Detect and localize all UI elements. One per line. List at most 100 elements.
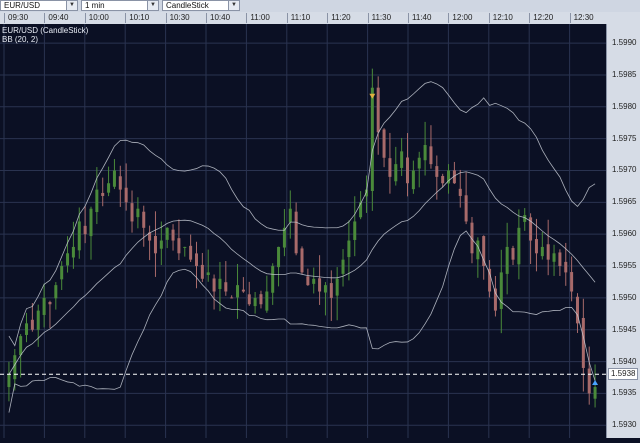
candle-body xyxy=(42,297,46,315)
candle-body xyxy=(517,227,521,265)
price-tick-label: 1.5935 xyxy=(612,388,637,398)
chevron-down-icon[interactable]: ▼ xyxy=(147,1,158,10)
time-tick-label: 11:00 xyxy=(246,13,270,23)
candle-body xyxy=(66,253,70,266)
candle-body xyxy=(476,240,480,260)
candle-body xyxy=(265,291,269,311)
price-tick-label: 1.5950 xyxy=(612,292,637,302)
symbol-dropdown[interactable]: EUR/USD ▼ xyxy=(0,0,78,11)
price-tick-label: 1.5945 xyxy=(612,324,637,334)
candle-body xyxy=(230,297,234,299)
candle-body xyxy=(318,278,322,292)
candle-body xyxy=(206,272,210,276)
price-tick-label: 1.5985 xyxy=(612,69,637,79)
interval-dropdown[interactable]: 1 min ▼ xyxy=(81,0,159,11)
candle-body xyxy=(570,272,574,292)
candle-body xyxy=(388,158,392,177)
time-tick-label: 11:40 xyxy=(408,13,431,23)
candle-body xyxy=(107,183,111,193)
candle-body xyxy=(335,278,339,296)
candle-body xyxy=(54,285,58,299)
candle-body xyxy=(212,278,216,292)
time-tick-label: 12:20 xyxy=(529,13,553,23)
candle-body xyxy=(282,227,286,248)
candle-body xyxy=(370,87,374,191)
candle-body xyxy=(183,246,187,248)
candle-body xyxy=(7,374,11,388)
chevron-down-icon[interactable]: ▼ xyxy=(66,1,77,10)
chevron-down-icon[interactable]: ▼ xyxy=(228,1,239,10)
candle-body xyxy=(429,146,433,165)
candle-body xyxy=(482,236,486,267)
price-tick-label: 1.5930 xyxy=(612,420,637,430)
candle-body xyxy=(534,239,538,254)
current-price-label: 1.5938 xyxy=(608,368,639,381)
candle-body xyxy=(19,336,23,356)
time-tick-label: 09:40 xyxy=(44,13,68,23)
candle-body xyxy=(77,221,81,251)
price-tick-label: 1.5970 xyxy=(612,165,637,175)
candle-body xyxy=(417,157,421,169)
candle-body xyxy=(288,208,292,223)
chart-plot-area[interactable]: EUR/USD (CandleStick) BB (20, 2) xyxy=(0,24,606,438)
candle-body xyxy=(329,283,333,298)
time-tick-label: 12:00 xyxy=(448,13,472,23)
candle-body xyxy=(25,323,29,335)
time-tick-label: 10:40 xyxy=(206,13,230,23)
candle-body xyxy=(423,145,427,161)
candle-body xyxy=(540,246,544,257)
chart-style-dropdown[interactable]: CandleStick ▼ xyxy=(162,0,240,11)
candle-body xyxy=(411,170,415,190)
candle-body xyxy=(89,208,93,237)
time-tick-label: 10:10 xyxy=(125,13,149,23)
candle-body xyxy=(382,129,386,158)
time-tick-label: 11:30 xyxy=(367,13,391,23)
candle-body xyxy=(546,244,550,260)
candle-body xyxy=(218,278,222,289)
candle-body xyxy=(400,151,404,168)
candle-body xyxy=(294,211,298,254)
candle-body xyxy=(406,157,410,184)
candle-body xyxy=(83,225,87,235)
candle-body xyxy=(136,208,140,218)
candle-body xyxy=(359,202,363,218)
price-tick-label: 1.5940 xyxy=(612,356,637,366)
candle-body xyxy=(271,266,275,293)
price-axis: 1.5990 1.5985 1.5980 1.5975 1.5970 1.5965 1.59… xyxy=(606,24,640,438)
candle-body xyxy=(112,170,116,187)
candle-body xyxy=(564,261,568,273)
price-tick-label: 1.5960 xyxy=(612,229,637,239)
price-tick-label: 1.5955 xyxy=(612,261,637,271)
candle-body xyxy=(505,246,509,274)
candle-body xyxy=(353,221,357,240)
price-tick-label: 1.5965 xyxy=(612,197,637,207)
time-tick-label: 11:20 xyxy=(327,13,351,23)
candle-body xyxy=(464,195,468,222)
candle-body xyxy=(435,166,439,177)
candle-body xyxy=(376,87,380,133)
candle-body xyxy=(124,187,128,203)
candle-body xyxy=(36,310,40,330)
candle-body xyxy=(394,164,398,182)
candle-body xyxy=(194,253,198,267)
price-tick-label: 1.5980 xyxy=(612,101,637,111)
candle-body xyxy=(130,203,134,222)
candle-body xyxy=(200,264,204,279)
candle-body xyxy=(153,235,157,254)
candle-body xyxy=(247,294,251,305)
candle-body xyxy=(177,238,181,254)
candle-body xyxy=(95,189,99,213)
candle-body xyxy=(458,188,462,196)
candle-body xyxy=(587,368,591,394)
candle-body xyxy=(511,248,515,260)
candle-body xyxy=(60,266,64,280)
series-legend: EUR/USD (CandleStick) xyxy=(2,26,89,35)
candle-body xyxy=(159,240,163,249)
time-tick-label: 11:10 xyxy=(286,13,310,23)
candle-body xyxy=(71,246,75,258)
candle-body xyxy=(30,319,34,330)
time-tick-label: 12:10 xyxy=(488,13,513,23)
candle-body xyxy=(347,240,351,258)
candle-body xyxy=(441,175,445,184)
price-tick-label: 1.5975 xyxy=(612,133,637,143)
